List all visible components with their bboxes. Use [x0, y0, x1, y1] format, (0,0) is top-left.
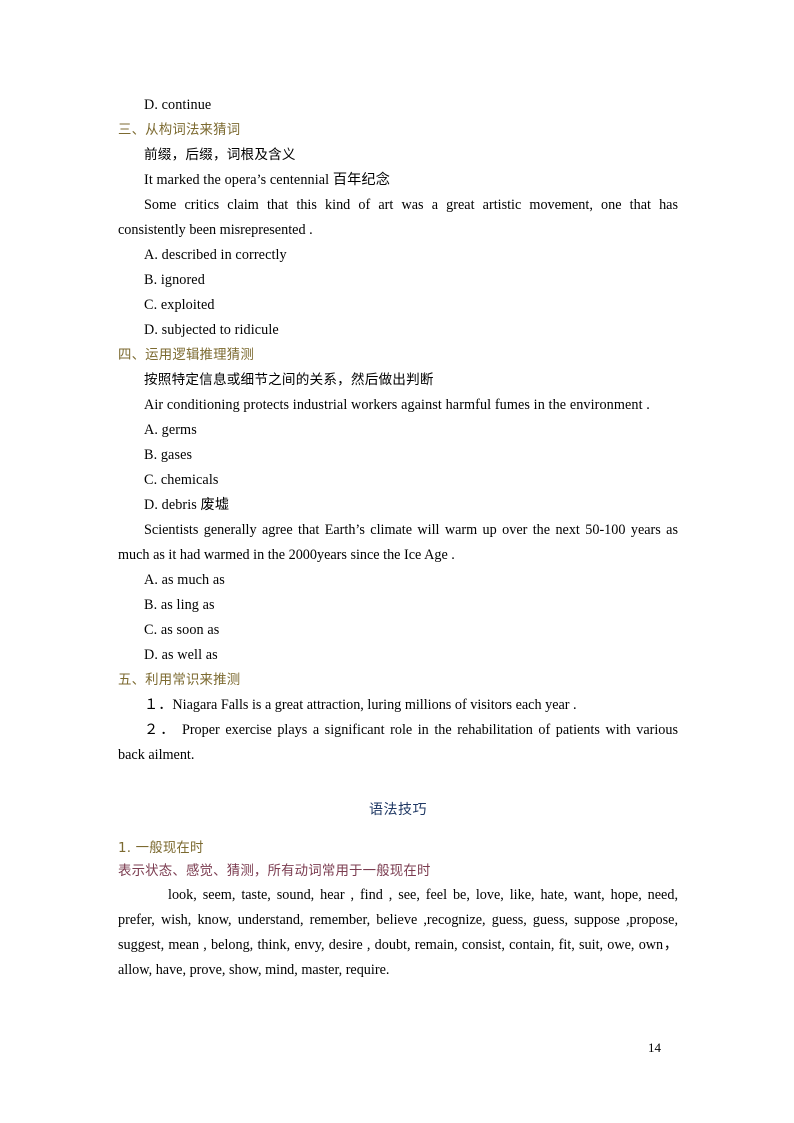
section-four-q2-option-d: D. as well as [144, 647, 218, 663]
document-page: D. continue 三、从构词法来猜词 前缀，后缀，词根及含义 It mar… [0, 0, 794, 1123]
section-four-q2-option-c: C. as soon as [144, 622, 220, 638]
section-three-option-c: C. exploited [144, 297, 215, 313]
section-four-q2-option-a: A. as much as [144, 572, 225, 588]
grammar-item-heading: 1. 一般现在时 [118, 841, 204, 856]
grammar-section-title: 语法技巧 [369, 802, 427, 818]
section-five-item-1: １．Niagara Falls is a great attraction, l… [144, 697, 577, 713]
section-three-question: Some critics claim that this kind of art… [118, 197, 678, 238]
page-number: 14 [648, 1040, 661, 1055]
section-four-q1-option-a: A. germs [144, 422, 197, 438]
section-four-q2-option-b: B. as ling as [144, 597, 215, 613]
grammar-verb-list: look, seem, taste, sound, hear , find , … [118, 887, 678, 978]
section-three-option-b: B. ignored [144, 272, 205, 288]
section-heading-three: 三、从构词法来猜词 [118, 123, 241, 138]
option-continue: D. continue [144, 97, 212, 113]
section-four-question-two: Scientists generally agree that Earth’s … [118, 522, 678, 563]
section-four-subtitle: 按照特定信息或细节之间的关系，然后做出判断 [144, 372, 434, 388]
section-heading-five: 五、利用常识来推测 [118, 673, 241, 688]
section-four-q1-option-b: B. gases [144, 447, 193, 463]
section-four-q1-option-d: D. debris 废墟 [144, 497, 230, 513]
section-three-example: It marked the opera’s centennial 百年纪念 [144, 172, 390, 188]
section-three-subtitle: 前缀，后缀，词根及含义 [144, 147, 296, 163]
section-four-question-one: Air conditioning protects industrial wor… [144, 397, 650, 413]
grammar-item-note: 表示状态、感觉、猜测，所有动词常用于一般现在时 [118, 864, 431, 879]
section-heading-four: 四、运用逻辑推理猜测 [118, 348, 254, 363]
section-three-option-d: D. subjected to ridicule [144, 322, 279, 338]
page-content: D. continue 三、从构词法来猜词 前缀，后缀，词根及含义 It mar… [118, 93, 678, 983]
section-four-q1-option-c: C. chemicals [144, 472, 219, 488]
section-five-item-2: ２． Proper exercise plays a significant r… [118, 722, 678, 763]
section-three-option-a: A. described in correctly [144, 247, 287, 263]
